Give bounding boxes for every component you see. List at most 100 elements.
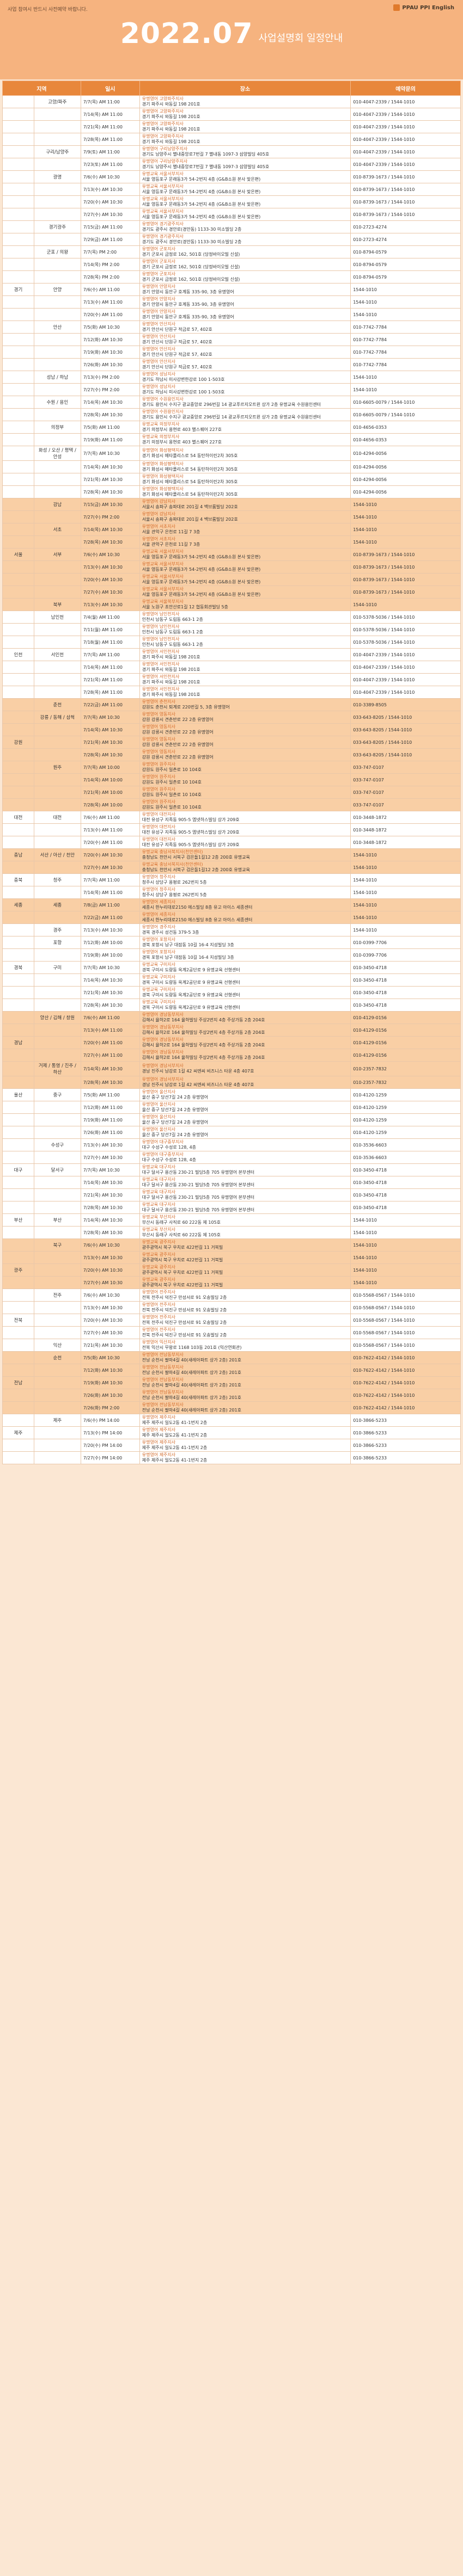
contact-cell[interactable]: 033-643-8205 / 1544-1010 xyxy=(350,711,461,724)
contact-cell[interactable]: 1544-1010 xyxy=(350,1238,461,1252)
contact-cell[interactable]: 1544-1010 xyxy=(350,848,461,861)
contact-cell[interactable]: 010-2357-7832 xyxy=(350,1076,461,1089)
contact-cell[interactable]: 010-8739-1673 / 1544-1010 xyxy=(350,183,461,196)
contact-cell[interactable]: 010-3536-6603 xyxy=(350,1138,461,1151)
contact-cell[interactable]: 010-4047-2339 / 1544-1010 xyxy=(350,133,461,146)
contact-cell[interactable]: 010-0399-7706 xyxy=(350,948,461,962)
contact-cell[interactable]: 010-3450-4718 xyxy=(350,1188,461,1201)
contact-cell[interactable]: 010-4129-0156 xyxy=(350,1024,461,1037)
contact-cell[interactable]: 010-7622-4142 / 1544-1010 xyxy=(350,1364,461,1377)
contact-cell[interactable]: 010-2723-4274 xyxy=(350,233,461,246)
contact-cell[interactable]: 010-5378-5036 / 1544-1010 xyxy=(350,611,461,624)
contact-cell[interactable]: 010-5568-0567 / 1544-1010 xyxy=(350,1339,461,1352)
contact-cell[interactable]: 010-3536-6603 xyxy=(350,1151,461,1164)
contact-cell[interactable]: 033-643-8205 / 1544-1010 xyxy=(350,748,461,761)
contact-cell[interactable]: 010-8739-1673 / 1544-1010 xyxy=(350,195,461,208)
contact-cell[interactable]: 010-5568-0567 / 1544-1010 xyxy=(350,1289,461,1302)
contact-cell[interactable]: 1544-1010 xyxy=(350,283,461,296)
contact-cell[interactable]: 010-4047-2339 / 1544-1010 xyxy=(350,158,461,171)
contact-cell[interactable]: 033-747-0107 xyxy=(350,761,461,774)
contact-cell[interactable]: 010-4129-0156 xyxy=(350,1036,461,1049)
contact-cell[interactable]: 010-8794-0579 xyxy=(350,270,461,284)
contact-cell[interactable]: 033-643-8205 / 1544-1010 xyxy=(350,736,461,749)
contact-cell[interactable]: 010-4120-1259 xyxy=(350,1113,461,1126)
contact-cell[interactable]: 010-4047-2339 / 1544-1010 xyxy=(350,661,461,674)
contact-cell[interactable]: 010-4656-0353 xyxy=(350,433,461,446)
contact-cell[interactable]: 010-5568-0567 / 1544-1010 xyxy=(350,1314,461,1327)
contact-cell[interactable]: 010-0399-7706 xyxy=(350,936,461,949)
contact-cell[interactable]: 1544-1010 xyxy=(350,911,461,924)
contact-cell[interactable]: 010-3450-4718 xyxy=(350,986,461,999)
contact-cell[interactable]: 010-4294-0056 xyxy=(350,446,461,461)
contact-cell[interactable]: 1544-1010 xyxy=(350,923,461,936)
contact-cell[interactable]: 010-6605-0079 / 1544-1010 xyxy=(350,396,461,409)
contact-cell[interactable]: 010-4047-2339 / 1544-1010 xyxy=(350,686,461,699)
contact-cell[interactable]: 010-7742-7784 xyxy=(350,358,461,371)
contact-cell[interactable]: 010-4294-0056 xyxy=(350,473,461,486)
contact-cell[interactable]: 010-7622-4142 / 1544-1010 xyxy=(350,1389,461,1402)
contact-cell[interactable]: 010-4294-0056 xyxy=(350,460,461,473)
contact-cell[interactable]: 010-4047-2339 / 1544-1010 xyxy=(350,95,461,108)
contact-cell[interactable]: 010-4129-0156 xyxy=(350,1011,461,1024)
contact-cell[interactable]: 1544-1010 xyxy=(350,598,461,611)
contact-cell[interactable]: 010-8739-1673 / 1544-1010 xyxy=(350,548,461,561)
contact-cell[interactable]: 010-8794-0579 xyxy=(350,258,461,271)
contact-cell[interactable]: 010-3450-4718 xyxy=(350,961,461,974)
contact-cell[interactable]: 010-4656-0353 xyxy=(350,421,461,434)
contact-cell[interactable]: 010-7622-4142 / 1544-1010 xyxy=(350,1376,461,1389)
contact-cell[interactable]: 010-8739-1673 / 1544-1010 xyxy=(350,573,461,586)
contact-cell[interactable]: 1544-1010 xyxy=(350,295,461,309)
contact-cell[interactable]: 010-4120-1259 xyxy=(350,1126,461,1139)
contact-cell[interactable]: 010-3450-4718 xyxy=(350,1176,461,1189)
contact-cell[interactable]: 010-3448-1872 xyxy=(350,836,461,849)
contact-cell[interactable]: 010-8794-0579 xyxy=(350,245,461,258)
contact-cell[interactable]: 1544-1010 xyxy=(350,308,461,321)
contact-cell[interactable]: 1544-1010 xyxy=(350,523,461,536)
contact-cell[interactable]: 010-7742-7784 xyxy=(350,333,461,346)
contact-cell[interactable]: 010-3866-5233 xyxy=(350,1451,461,1464)
contact-cell[interactable]: 010-4047-2339 / 1544-1010 xyxy=(350,120,461,133)
contact-cell[interactable]: 010-2723-4274 xyxy=(350,220,461,233)
contact-cell[interactable]: 010-3866-5233 xyxy=(350,1426,461,1439)
contact-cell[interactable]: 010-4294-0056 xyxy=(350,485,461,498)
contact-cell[interactable]: 010-3450-4718 xyxy=(350,1201,461,1214)
contact-cell[interactable]: 010-5378-5036 / 1544-1010 xyxy=(350,623,461,636)
contact-cell[interactable]: 033-747-0107 xyxy=(350,773,461,786)
contact-cell[interactable]: 1544-1010 xyxy=(350,898,461,911)
contact-cell[interactable]: 1544-1010 xyxy=(350,886,461,899)
contact-cell[interactable]: 010-4120-1259 xyxy=(350,1101,461,1114)
contact-cell[interactable]: 1544-1010 xyxy=(350,371,461,384)
contact-cell[interactable]: 010-5568-0567 / 1544-1010 xyxy=(350,1326,461,1339)
contact-cell[interactable]: 010-7742-7784 xyxy=(350,346,461,359)
contact-cell[interactable]: 033-747-0107 xyxy=(350,798,461,811)
contact-cell[interactable]: 010-4129-0156 xyxy=(350,1049,461,1062)
contact-cell[interactable]: 010-4047-2339 / 1544-1010 xyxy=(350,145,461,158)
contact-cell[interactable]: 010-7622-4142 / 1544-1010 xyxy=(350,1351,461,1364)
contact-cell[interactable]: 010-3866-5233 xyxy=(350,1439,461,1452)
contact-cell[interactable]: 010-8739-1673 / 1544-1010 xyxy=(350,208,461,221)
contact-cell[interactable]: 010-7742-7784 xyxy=(350,321,461,334)
contact-cell[interactable]: 010-5378-5036 / 1544-1010 xyxy=(350,636,461,649)
contact-cell[interactable]: 010-3450-4718 xyxy=(350,1163,461,1176)
contact-cell[interactable]: 010-3389-8505 xyxy=(350,698,461,711)
contact-cell[interactable]: 033-747-0107 xyxy=(350,786,461,799)
contact-cell[interactable]: 010-4047-2339 / 1544-1010 xyxy=(350,673,461,686)
contact-cell[interactable]: 010-3448-1872 xyxy=(350,811,461,824)
contact-cell[interactable]: 1544-1010 xyxy=(350,861,461,874)
contact-cell[interactable]: 010-4047-2339 / 1544-1010 xyxy=(350,648,461,661)
contact-cell[interactable]: 1544-1010 xyxy=(350,1276,461,1289)
contact-cell[interactable]: 010-8739-1673 / 1544-1010 xyxy=(350,560,461,574)
contact-cell[interactable]: 010-3450-4718 xyxy=(350,999,461,1012)
brand-logo[interactable]: PPAU PPI English xyxy=(393,4,454,11)
contact-cell[interactable]: 010-3448-1872 xyxy=(350,823,461,836)
contact-cell[interactable]: 1544-1010 xyxy=(350,1213,461,1227)
contact-cell[interactable]: 010-3450-4718 xyxy=(350,973,461,987)
contact-cell[interactable]: 010-3866-5233 xyxy=(350,1414,461,1427)
contact-cell[interactable]: 010-2357-7832 xyxy=(350,1061,461,1076)
contact-cell[interactable]: 1544-1010 xyxy=(350,1251,461,1264)
contact-cell[interactable]: 1544-1010 xyxy=(350,873,461,886)
contact-cell[interactable]: 010-4047-2339 / 1544-1010 xyxy=(350,108,461,121)
contact-cell[interactable]: 1544-1010 xyxy=(350,498,461,511)
contact-cell[interactable]: 010-7622-4142 / 1544-1010 xyxy=(350,1401,461,1414)
contact-cell[interactable]: 010-8739-1673 / 1544-1010 xyxy=(350,170,461,183)
